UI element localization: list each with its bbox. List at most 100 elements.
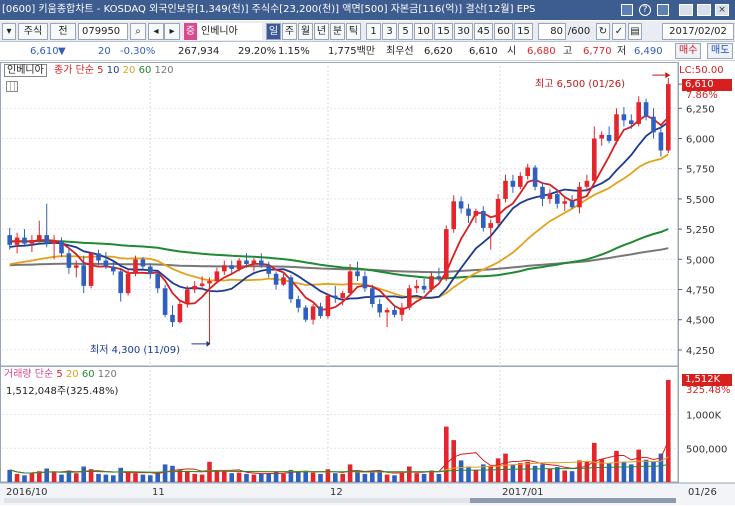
legend-stock[interactable]: 인베니아: [4, 64, 47, 77]
alarm-icon[interactable]: [657, 4, 669, 16]
volume-bar-58: [436, 473, 442, 482]
minute-button-7[interactable]: 60: [494, 23, 513, 40]
save-icon[interactable]: ▤: [628, 23, 642, 40]
moving-averages: [9, 114, 669, 311]
search-icon[interactable]: ⌕: [130, 23, 146, 40]
candle-body-8: [66, 253, 72, 268]
full-toggle[interactable]: 전: [50, 23, 76, 40]
market-select[interactable]: 주식: [18, 23, 48, 40]
refresh-icon[interactable]: ↻: [596, 23, 610, 40]
candle-body-65: [488, 223, 493, 228]
period-button-0[interactable]: 일: [266, 23, 281, 40]
volume-bar-20: [155, 472, 160, 482]
minute-button-3[interactable]: 10: [414, 23, 433, 40]
candle-body-48: [362, 276, 368, 289]
volume-bar-73: [547, 468, 553, 482]
low-label: 저: [617, 46, 627, 57]
help-icon[interactable]: ?: [639, 4, 651, 16]
minute-button-6[interactable]: 45: [474, 23, 493, 40]
volume-bar-13: [103, 474, 109, 482]
candle-body-56: [421, 285, 427, 290]
next-icon[interactable]: ▸: [164, 23, 180, 40]
settings-icon[interactable]: ✓: [612, 23, 626, 40]
candle-body-7: [59, 241, 64, 254]
volume-bar-5: [44, 468, 49, 482]
candle-body-35: [266, 265, 271, 274]
candle-body-6: [51, 241, 57, 244]
volume-bar-67: [503, 453, 508, 482]
minute-button-8[interactable]: 15: [514, 23, 533, 40]
minimize-icon[interactable]: [679, 4, 693, 16]
price-change: 20: [98, 46, 111, 57]
volume-bar-31: [236, 472, 242, 482]
candle-body-54: [407, 288, 412, 308]
low-price: 6,490: [634, 46, 663, 57]
legend-ma5[interactable]: 5: [97, 65, 103, 76]
period-button-4[interactable]: 분: [330, 23, 345, 40]
legend-ma120[interactable]: 120: [155, 65, 174, 76]
candle-body-84: [629, 120, 634, 124]
current-price: 6,610: [30, 46, 59, 57]
volume-bar-76: [569, 471, 575, 482]
x-tick-label-0: 2016/10: [6, 487, 48, 498]
volume-bar-65: [488, 466, 493, 482]
down-arrow-icon: ▼: [58, 46, 66, 57]
candle-body-15: [118, 271, 123, 294]
volume-ma60[interactable]: 60: [82, 369, 95, 380]
candle-body-80: [599, 134, 604, 139]
candle-body-63: [473, 211, 479, 216]
volume-bar-85: [636, 449, 641, 482]
dropdown-icon[interactable]: [697, 4, 711, 16]
close-icon[interactable]: ×: [715, 4, 729, 16]
volume-ma120[interactable]: 120: [98, 369, 117, 380]
x-tick-label-4: 01/26: [688, 487, 717, 498]
candle-body-22: [170, 314, 175, 323]
volume-bar-56: [421, 473, 427, 482]
volume-bar-19: [148, 475, 153, 483]
period-button-5[interactable]: 틱: [346, 23, 361, 40]
volume-bar-24: [185, 471, 190, 482]
count-input[interactable]: 80: [538, 23, 566, 40]
toolbar: ▾ 주식 전 079950 ⌕ ◂ ▸ 증 인베니아 80 /600 ↻ ✓ ▤…: [0, 21, 735, 42]
volume-ma20-line: [9, 456, 669, 474]
candle-body-19: [148, 266, 153, 274]
chart-icon[interactable]: [621, 4, 633, 16]
volume-ma5[interactable]: 5: [56, 369, 62, 380]
x-tick-label-2: 12: [330, 487, 343, 498]
volume-bar-12: [96, 473, 101, 482]
minute-button-5[interactable]: 30: [454, 23, 473, 40]
minute-button-1[interactable]: 3: [382, 23, 397, 40]
grid-toggle-icon[interactable]: [6, 81, 18, 92]
code-input[interactable]: 079950: [78, 23, 128, 40]
period-button-2[interactable]: 월: [298, 23, 313, 40]
candle-body-71: [532, 167, 538, 187]
minute-button-0[interactable]: 1: [366, 23, 381, 40]
candle-body-85: [636, 102, 641, 124]
legend-ma20[interactable]: 20: [123, 65, 136, 76]
candle-body-50: [377, 304, 382, 313]
candle-body-83: [621, 114, 627, 121]
candle-body-72: [540, 186, 545, 199]
date-input[interactable]: 2017/02/02: [662, 23, 734, 40]
period-button-3[interactable]: 년: [314, 23, 329, 40]
volume-bar-48: [362, 473, 368, 482]
candle-body-38: [288, 277, 294, 300]
toolbar-toggle-icon[interactable]: ▾: [2, 23, 16, 40]
volume-bar-89: [666, 379, 671, 482]
volume-ma20[interactable]: 20: [66, 369, 79, 380]
volume-bar-70: [525, 461, 530, 483]
volume-bar-50: [377, 471, 382, 482]
minute-button-4[interactable]: 15: [434, 23, 453, 40]
volume-bar-35: [266, 473, 271, 482]
volume-bar-1: [14, 473, 20, 482]
legend-ma10[interactable]: 10: [107, 65, 120, 76]
prev-icon[interactable]: ◂: [148, 23, 164, 40]
candle-body-53: [399, 307, 405, 315]
candle-body-88: [658, 132, 664, 151]
sell-button[interactable]: 매도: [707, 43, 734, 59]
period-button-1[interactable]: 주: [282, 23, 297, 40]
buy-button[interactable]: 매수: [675, 43, 702, 59]
legend-ma60[interactable]: 60: [139, 65, 152, 76]
volume-bar-18: [140, 474, 146, 482]
minute-button-2[interactable]: 5: [398, 23, 413, 40]
